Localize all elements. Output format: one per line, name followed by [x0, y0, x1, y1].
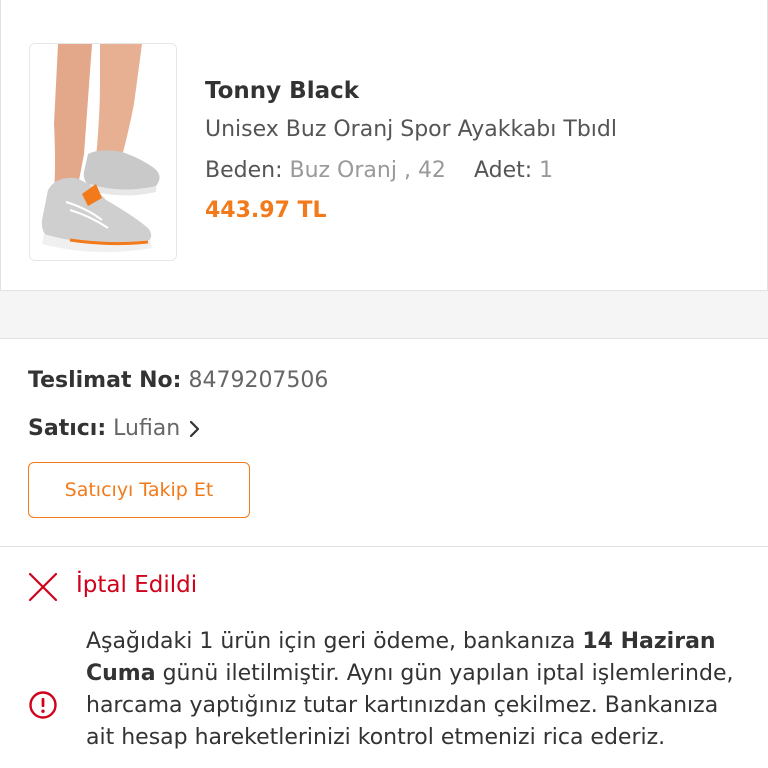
section-separator [0, 291, 768, 339]
sneaker-photo-icon [30, 44, 176, 260]
order-detail-page: Tonny Black Unisex Buz Oranj Spor Ayakka… [0, 0, 768, 768]
product-image[interactable] [29, 43, 177, 261]
size-label: Beden: [205, 158, 283, 183]
product-card[interactable]: Tonny Black Unisex Buz Oranj Spor Ayakka… [0, 0, 768, 291]
refund-text-suffix: günü iletilmiştir. Aynı gün yapılan ipta… [86, 661, 734, 750]
follow-seller-button[interactable]: Satıcıyı Takip Et [28, 462, 250, 518]
refund-text-prefix: Aşağıdaki 1 ürün için geri ödeme, bankan… [86, 629, 583, 654]
seller-name: Lufian [113, 416, 181, 441]
product-name: Unisex Buz Oranj Spor Ayakkabı Tbıdl [205, 117, 617, 142]
delivery-number: Teslimat No: 8479207506 [28, 368, 328, 393]
divider [0, 546, 768, 547]
product-price: 443.97 TL [205, 198, 327, 223]
product-attributes: Beden: Buz Oranj , 42 Adet: 1 [205, 158, 553, 183]
close-icon [28, 572, 58, 602]
seller-link[interactable]: Satıcı: Lufian [28, 416, 201, 441]
cancel-status: İptal Edildi [76, 572, 198, 598]
quantity-label: Adet: [473, 158, 533, 183]
size-value: Buz Oranj , 42 [289, 158, 446, 183]
delivery-number-value: 8479207506 [188, 368, 329, 393]
refund-message: Aşağıdaki 1 ürün için geri ödeme, bankan… [86, 626, 746, 754]
chevron-right-icon [190, 420, 200, 438]
seller-label: Satıcı: [28, 416, 107, 441]
info-icon [29, 691, 57, 719]
quantity-value: 1 [539, 158, 554, 183]
product-brand: Tonny Black [205, 78, 360, 104]
delivery-number-label: Teslimat No: [28, 368, 182, 393]
